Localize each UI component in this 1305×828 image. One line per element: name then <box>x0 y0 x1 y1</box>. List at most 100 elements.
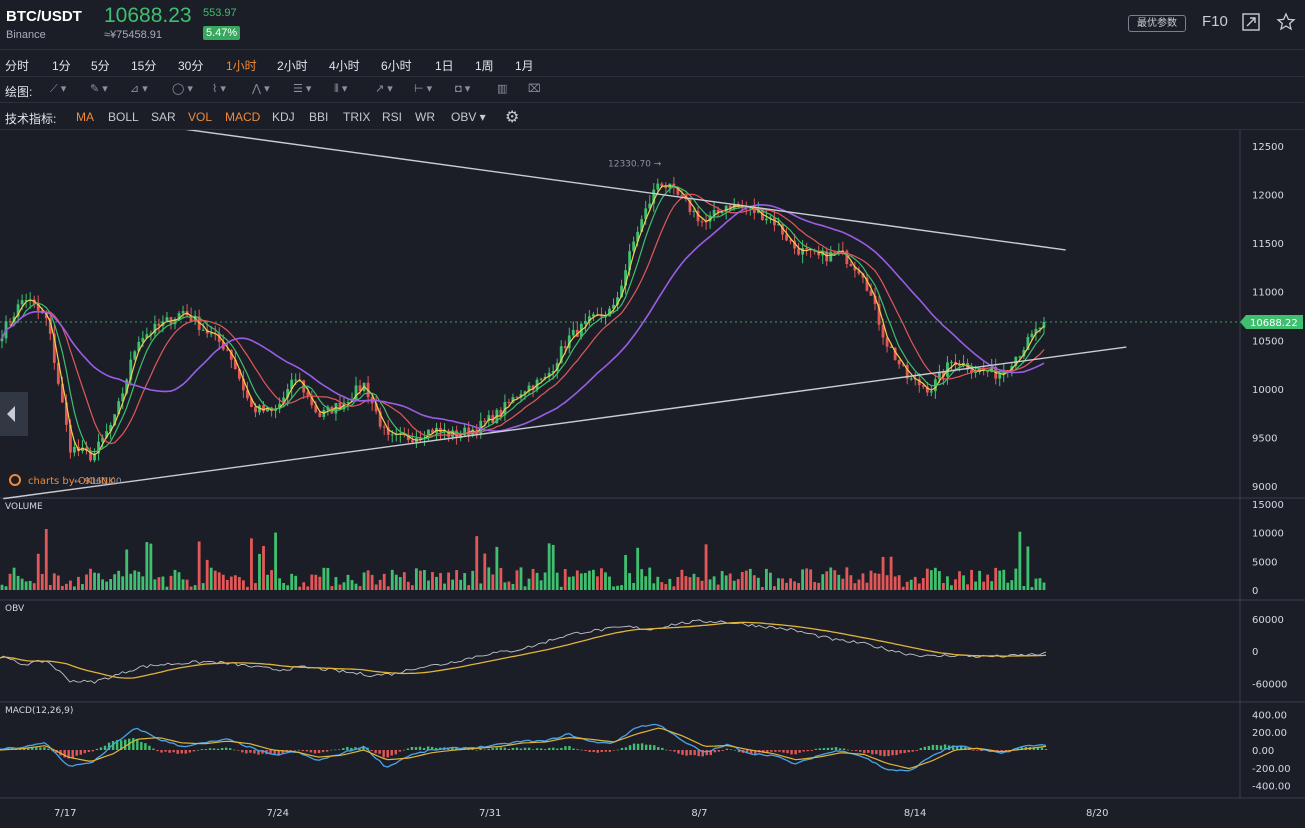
time-tick-label-3: 8/7 <box>691 808 707 819</box>
macd-histogram-bar <box>192 750 196 752</box>
arrow-tool-icon[interactable]: ↗ ▾ <box>375 82 393 98</box>
macd-histogram-bar <box>681 750 684 755</box>
macd-dea-line <box>0 727 1047 770</box>
volume-bar <box>913 576 917 590</box>
high-price-label: 12330.70 → <box>608 159 662 169</box>
period-9[interactable]: 1日 <box>435 57 454 74</box>
measure-tool-icon[interactable]: ⊢ ▾ <box>414 82 432 98</box>
pattern-tool-icon[interactable]: ⋀ ▾ <box>252 82 270 98</box>
indicator-boll[interactable]: BOLL <box>108 110 139 124</box>
volume-bar <box>841 578 845 590</box>
volume-bar <box>644 576 648 590</box>
oklink-logo-icon <box>9 474 21 486</box>
channel-tool-icon[interactable]: ⊿ ▾ <box>130 82 148 98</box>
volume-bar <box>406 581 410 590</box>
indicator-ma[interactable]: MA <box>76 110 94 124</box>
fibonacci-tool-icon[interactable]: ☰ ▾ <box>293 82 311 98</box>
volume-bar <box>73 586 76 590</box>
volume-bar <box>1030 587 1034 590</box>
bar-pattern-icon[interactable]: ▥ <box>497 82 507 98</box>
volume-bar <box>970 569 973 590</box>
period-4[interactable]: 30分 <box>178 57 203 74</box>
period-6[interactable]: 2小时 <box>277 57 308 74</box>
volume-bar <box>52 573 56 590</box>
gann-tool-icon[interactable]: ⦀ ▾ <box>334 82 347 98</box>
indicator-bbi[interactable]: BBI <box>309 110 328 124</box>
candle-body <box>563 346 567 349</box>
macd-histogram-bar <box>531 749 535 751</box>
period-3[interactable]: 15分 <box>131 57 156 74</box>
candle-body <box>974 371 978 373</box>
price-chart[interactable]: 12500 12000 11500 11000 10500 10000 9500 9000 10… <box>0 130 1305 828</box>
volume-bar <box>712 576 716 590</box>
volume-bar <box>962 575 965 590</box>
indicator-obv[interactable]: OBV ▾ <box>451 110 486 124</box>
macd-histogram-bar <box>35 747 38 750</box>
volume-bar <box>270 570 273 590</box>
macd-histogram-bar <box>834 747 838 750</box>
macd-histogram-bar <box>899 750 902 754</box>
fullscreen-icon[interactable] <box>1241 12 1261 32</box>
star-icon[interactable] <box>1276 12 1296 32</box>
volume-bar <box>197 541 201 590</box>
volume-bar <box>370 574 374 590</box>
indicator-kdj[interactable]: KDJ <box>272 110 295 124</box>
macd-histogram-bar <box>786 750 789 754</box>
volume-bar <box>760 587 764 590</box>
time-tick-label-5: 8/20 <box>1086 808 1108 819</box>
period-7[interactable]: 4小时 <box>329 57 360 74</box>
optimal-params-button[interactable]: 最优参数 <box>1128 15 1186 32</box>
macd-histogram-bar <box>830 747 834 750</box>
volume-bar <box>869 570 873 590</box>
macd-histogram-bar <box>241 750 244 753</box>
volume-bar <box>193 585 197 590</box>
macd-histogram-bar <box>313 750 317 754</box>
volume-bar <box>189 586 193 590</box>
indicator-vol[interactable]: VOL <box>188 110 212 124</box>
macd-histogram-bar <box>818 748 822 750</box>
indicator-trix[interactable]: TRIX <box>343 110 370 124</box>
candle-body <box>764 218 768 221</box>
pen-tool-icon[interactable]: ✎ ▾ <box>90 82 108 98</box>
volume-bar <box>85 574 88 590</box>
period-10[interactable]: 1周 <box>475 57 494 74</box>
indicator-wr[interactable]: WR <box>415 110 435 124</box>
macd-histogram-bar <box>612 750 616 751</box>
period-0[interactable]: 分时 <box>5 57 29 74</box>
macd-histogram-bar <box>87 750 91 752</box>
indicator-sar[interactable]: SAR <box>151 110 176 124</box>
volume-bar <box>857 579 861 590</box>
volume-bar <box>246 586 249 590</box>
wave-tool-icon[interactable]: ⌇ ▾ <box>212 82 226 98</box>
macd-histogram-bar <box>229 748 232 750</box>
period-1[interactable]: 1分 <box>52 57 71 74</box>
macd-histogram-bar <box>895 750 898 756</box>
trash-icon[interactable]: ⌧ <box>528 82 541 98</box>
pair-name: BTC/USDT <box>6 8 82 25</box>
line-tool-icon[interactable]: ⟋ ▾ <box>50 82 66 98</box>
indicator-macd[interactable]: MACD <box>225 110 260 124</box>
volume-bar <box>785 582 788 590</box>
time-tick-label-4: 8/14 <box>904 808 926 819</box>
gear-icon[interactable]: ⚙ <box>505 107 519 127</box>
f10-button[interactable]: F10 <box>1202 13 1228 30</box>
volume-bar <box>656 576 660 590</box>
indicator-rsi[interactable]: RSI <box>382 110 402 124</box>
price-change: 553.97 <box>203 7 237 19</box>
shape-tool-icon[interactable]: ◯ ▾ <box>172 82 193 98</box>
macd-histogram-bar <box>628 745 632 750</box>
comment-tool-icon[interactable]: ◘ ▾ <box>455 82 470 98</box>
period-11[interactable]: 1月 <box>515 57 534 74</box>
candle-body <box>410 440 414 443</box>
period-5[interactable]: 1小时 <box>226 57 257 74</box>
volume-bar <box>781 578 784 590</box>
macd-histogram-bar <box>596 750 599 753</box>
macd-histogram-bar <box>600 750 603 752</box>
drawing-toolbar: 绘图: ⟋ ▾ ✎ ▾ ⊿ ▾ ◯ ▾ ⌇ ▾ ⋀ ▾ ☰ ▾ ⦀ ▾ ↗ ▾ ⊢ ▾ ◘ ▾ ▥ ⌧ <box>0 77 1305 103</box>
volume-bar <box>1002 569 1006 590</box>
macd-histogram-bar <box>390 750 393 756</box>
period-8[interactable]: 6小时 <box>381 57 412 74</box>
macd-histogram-bar <box>539 748 543 750</box>
period-2[interactable]: 5分 <box>91 57 110 74</box>
volume-bar <box>994 567 998 590</box>
